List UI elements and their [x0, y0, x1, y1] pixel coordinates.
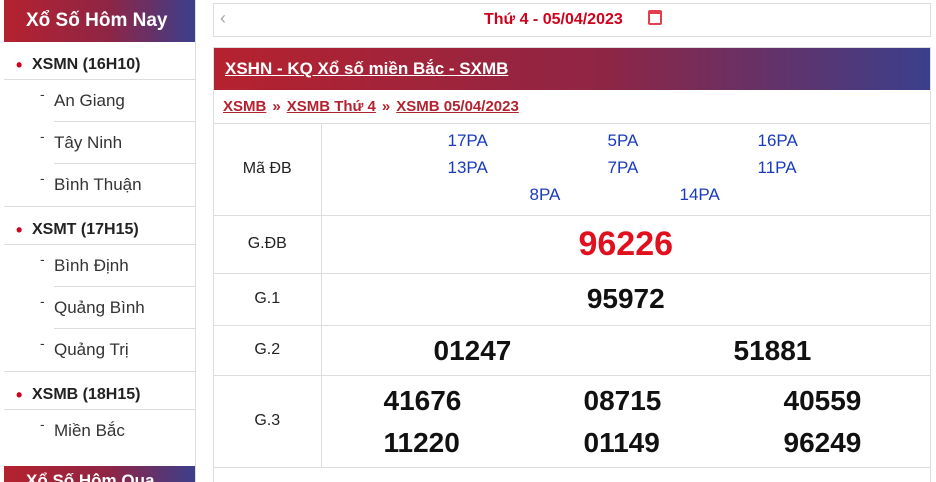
prize-number: 51881: [733, 334, 812, 366]
sidebar-item-quang-tri[interactable]: - Quảng Trị: [40, 329, 195, 371]
chevron-left-icon[interactable]: ‹: [220, 8, 226, 29]
row-label: G.1: [214, 273, 322, 326]
sidebar-item-quang-binh[interactable]: - Quảng Bình: [40, 287, 195, 329]
special-prize-cell: 96226: [321, 215, 930, 274]
bullet-icon: •: [16, 220, 23, 240]
bullet-icon: •: [16, 385, 23, 405]
breadcrumb-separator: »: [381, 98, 391, 115]
prize-number: 08715: [583, 384, 662, 416]
sidebar-group-xsmt: • XSMT (17H15) - Bình Định - Quảng Bình - Qu…: [4, 206, 195, 371]
dash-icon: -: [40, 293, 45, 309]
row-label: G.2: [214, 325, 322, 376]
special-codes-cell: 17PA 5PA 16PA 13PA 7PA 11PA 8PA 14PA: [321, 124, 930, 216]
sidebar-item-an-giang[interactable]: - An Giang: [40, 80, 195, 122]
bullet-icon: •: [16, 55, 23, 75]
sidebar-footer-title: Xổ Số Hôm Qua: [4, 466, 195, 482]
prize-1-cell: 95972: [321, 273, 930, 326]
sidebar-item-tay-ninh[interactable]: - Tây Ninh: [40, 122, 195, 164]
special-code: 11PA: [757, 158, 797, 177]
result-title[interactable]: XSHN - KQ Xổ số miền Bắc - SXMB: [214, 48, 930, 90]
sidebar-title: Xổ Số Hôm Nay: [4, 0, 195, 42]
breadcrumb: XSMB » XSMB Thứ 4 » XSMB 05/04/2023: [214, 90, 930, 124]
sidebar-item-binh-dinh[interactable]: - Bình Định: [40, 245, 195, 287]
table-row-g3: G.3 41676 08715 40559 11220 01149 96249: [214, 375, 930, 468]
row-label: G.3: [214, 375, 322, 468]
dash-icon: -: [40, 128, 45, 144]
special-code: 5PA: [607, 131, 639, 150]
prize-number: 96249: [783, 426, 862, 458]
sidebar: Xổ Số Hôm Nay • XSMN (16H10) - An Giang -T…: [4, 0, 196, 482]
dash-icon: -: [40, 170, 45, 186]
sidebar-item-mien-bac[interactable]: - Miền Bắc: [40, 410, 195, 452]
breadcrumb-link-xsmb-date[interactable]: XSMB 05/04/2023: [396, 98, 519, 115]
prize-number: 95972: [586, 283, 665, 314]
special-prize-number: 96226: [578, 224, 674, 263]
prize-number: 01247: [433, 334, 512, 366]
dash-icon: -: [40, 335, 45, 351]
table-row-g2: G.2 01247 51881: [214, 325, 930, 376]
prize-number: 11220: [383, 426, 460, 458]
prize-number: 01149: [583, 426, 660, 458]
special-code: 8PA: [529, 185, 561, 204]
date-navigation: ‹ Thứ 4 - 05/04/2023: [213, 3, 931, 37]
date-label[interactable]: Thứ 4 - 05/04/2023: [484, 11, 623, 29]
row-label: Mã ĐB: [214, 124, 322, 216]
prize-2-cell: 01247 51881: [321, 325, 930, 376]
sidebar-group-xsmb: • XSMB (18H15) - Miền Bắc: [4, 371, 195, 452]
special-code: 13PA: [447, 158, 488, 177]
table-row-g1: G.1 95972: [214, 273, 930, 326]
results-table: Mã ĐB 17PA 5PA 16PA 13PA 7PA 11PA 8PA 14…: [214, 124, 930, 468]
table-row-madb: Mã ĐB 17PA 5PA 16PA 13PA 7PA 11PA 8PA 14…: [214, 124, 930, 216]
dash-icon: -: [40, 86, 45, 102]
dash-icon: -: [40, 416, 45, 432]
calendar-icon[interactable]: [648, 10, 662, 25]
special-code: 14PA: [679, 185, 720, 204]
special-code: 16PA: [757, 131, 798, 150]
breadcrumb-link-xsmb[interactable]: XSMB: [223, 98, 266, 115]
special-code: 17PA: [447, 131, 488, 150]
table-row-gdb: G.ĐB 96226: [214, 215, 930, 274]
sidebar-item-binh-thuan[interactable]: - Bình Thuận: [40, 164, 195, 206]
prize-number: 40559: [783, 384, 862, 416]
sidebar-group-title[interactable]: • XSMN (16H10): [4, 50, 195, 80]
breadcrumb-link-xsmb-weekday[interactable]: XSMB Thứ 4: [287, 98, 376, 115]
prize-number: 41676: [383, 384, 462, 416]
result-panel: XSHN - KQ Xổ số miền Bắc - SXMB XSMB» XSM…: [213, 47, 931, 482]
dash-icon: -: [40, 251, 45, 267]
sidebar-group-xsmn: • XSMN (16H10) - An Giang - Tây Ninh - Bình …: [4, 50, 195, 206]
row-label: G.ĐB: [214, 215, 322, 274]
sidebar-group-title[interactable]: • XSMB (18H15): [4, 380, 195, 410]
prize-3-cell: 41676 08715 40559 11220 01149 96249: [321, 375, 930, 468]
sidebar-group-title[interactable]: • XSMT (17H15): [4, 215, 195, 245]
breadcrumb-separator: »: [272, 98, 281, 115]
special-code: 7PA: [607, 158, 639, 177]
